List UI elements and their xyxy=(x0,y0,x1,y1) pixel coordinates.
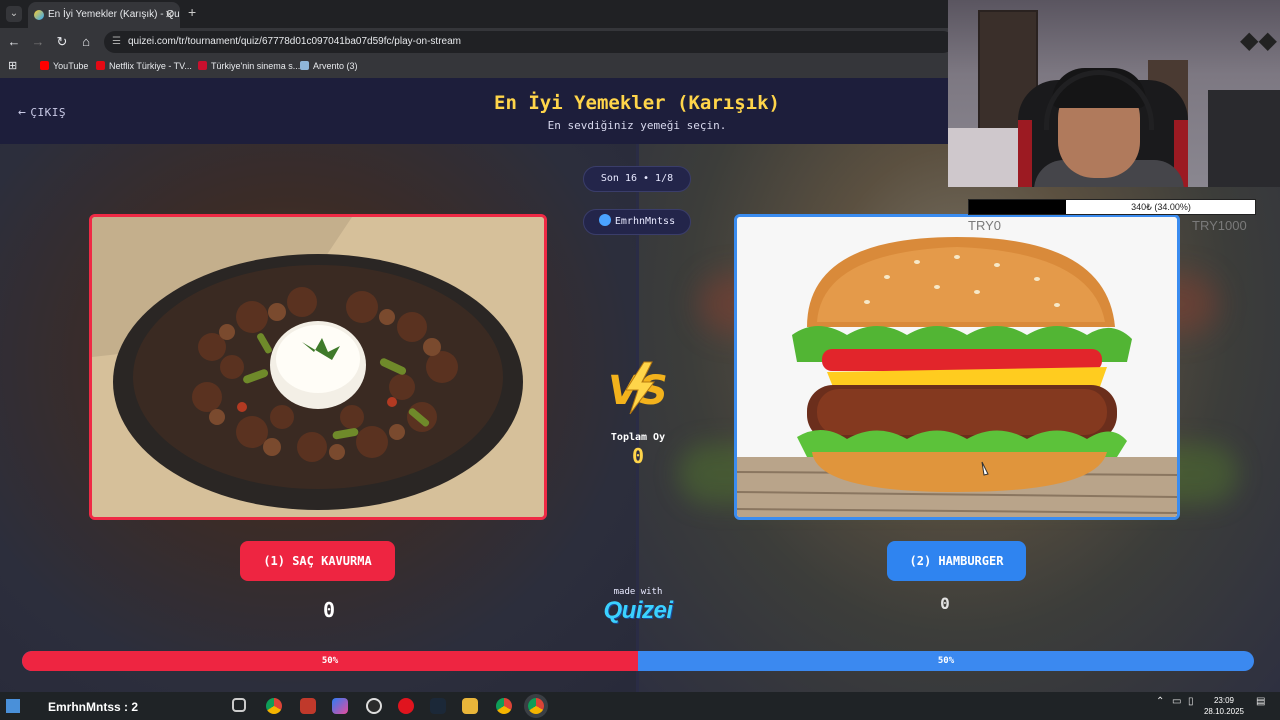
network-icon[interactable]: ▭ xyxy=(1172,696,1181,707)
tray-chevron-icon[interactable]: ⌃ xyxy=(1156,696,1164,707)
netflix-icon xyxy=(96,61,105,70)
battery-icon[interactable]: ▯ xyxy=(1188,696,1194,707)
quizei-logo[interactable]: Quizei xyxy=(590,597,686,625)
chrome-icon-2[interactable] xyxy=(496,698,512,714)
chrome-icon[interactable] xyxy=(266,698,282,714)
bookmark-label: YouTube xyxy=(53,61,89,71)
new-tab-icon[interactable]: + xyxy=(188,4,196,20)
vs-lightning-icon: VS xyxy=(608,361,668,415)
right-vote-count: 0 xyxy=(940,594,950,613)
quizei-favicon-icon xyxy=(34,10,44,20)
goal-end-label: TRY1000 xyxy=(1192,218,1247,233)
right-choice-image[interactable] xyxy=(734,214,1180,520)
file-explorer-icon[interactable] xyxy=(462,698,478,714)
clock-date: 28.10.2025 xyxy=(1203,707,1245,716)
obs-icon[interactable] xyxy=(366,698,382,714)
donation-goal-text: 340₺ (34.00%) xyxy=(1131,202,1191,212)
close-tab-icon[interactable]: ✕ xyxy=(165,2,174,28)
clock-time: 23:09 xyxy=(1213,696,1235,705)
copilot-icon[interactable] xyxy=(332,698,348,714)
tab-list-icon[interactable]: ⌄ xyxy=(6,6,22,22)
left-vote-count: 0 xyxy=(322,598,336,622)
hamburger-image xyxy=(737,217,1177,517)
youtube-icon xyxy=(40,61,49,70)
bookmark-label: Türkiye'nin sinema s... xyxy=(211,61,301,71)
goal-start-label: TRY0 xyxy=(968,218,1001,233)
steam-icon[interactable] xyxy=(430,698,446,714)
round-badge: Son 16 • 1/8 xyxy=(583,166,691,192)
task-view-icon[interactable] xyxy=(232,698,246,712)
apps-icon[interactable]: ⊞ xyxy=(8,59,17,72)
bookmark-sinema[interactable]: Türkiye'nin sinema s... xyxy=(198,61,300,71)
left-choice-image[interactable] xyxy=(89,214,547,520)
sinema-icon xyxy=(198,61,207,70)
home-icon[interactable]: ⌂ xyxy=(76,32,96,52)
windows-taskbar: EmrhnMntss : 2 ⌃ ▭ ▯ 23:09 28.10.2025 ▤ xyxy=(0,692,1280,720)
start-icon[interactable] xyxy=(6,699,20,713)
url-input[interactable]: ☰ quizei.com/tr/tournament/quiz/67778d01… xyxy=(104,31,954,53)
bookmark-label: Arvento (3) xyxy=(313,61,358,71)
browser-tab[interactable]: En İyi Yemekler (Karışık) - Quizei ✕ xyxy=(28,2,180,28)
url-text: quizei.com/tr/tournament/quiz/67778d01c0… xyxy=(128,36,461,47)
chrome-icon-active[interactable] xyxy=(528,698,544,714)
bed xyxy=(948,128,1018,187)
tv xyxy=(1208,90,1280,187)
site-info-icon[interactable]: ☰ xyxy=(112,31,121,53)
user-avatar-icon xyxy=(598,214,611,226)
vote-hamburger-button[interactable]: (2) HAMBURGER xyxy=(887,541,1026,581)
bookmark-netflix[interactable]: Netflix Türkiye - TV... xyxy=(96,61,192,71)
vote-split-bar: 50% 50% xyxy=(22,651,1254,671)
forward-icon[interactable]: → xyxy=(28,32,48,52)
sac-kavurma-image xyxy=(92,217,544,517)
streamer-name: EmrhnMntss xyxy=(614,216,676,227)
made-with-label: made with xyxy=(613,587,663,597)
donation-goal-bar: 340₺ (34.00%) xyxy=(968,199,1256,215)
streamer-badge: EmrhnMntss xyxy=(583,209,691,235)
bookmark-arvento[interactable]: Arvento (3) xyxy=(300,61,358,71)
chair-accent-left xyxy=(1018,120,1032,187)
bookmark-label: Netflix Türkiye - TV... xyxy=(109,61,192,71)
bookmark-youtube[interactable]: YouTube xyxy=(40,61,88,71)
notifications-icon[interactable]: ▤ xyxy=(1256,696,1265,707)
donation-goal-fill xyxy=(969,200,1066,214)
vote-sac-kavurma-button[interactable]: (1) SAÇ KAVURMA xyxy=(240,541,395,581)
right-vote-percent: 50% xyxy=(937,656,955,666)
opera-icon[interactable] xyxy=(398,698,414,714)
taskbar-clock[interactable]: 23:09 28.10.2025 xyxy=(1198,695,1250,717)
total-votes-label: Toplam Oy xyxy=(610,432,666,443)
wall-decor-icon: ◆◆ xyxy=(1240,27,1277,54)
tab-title: En İyi Yemekler (Karışık) - Quizei xyxy=(48,9,180,20)
app-icon-1[interactable] xyxy=(300,698,316,714)
back-icon[interactable]: ← xyxy=(4,32,24,52)
reload-icon[interactable]: ↻ xyxy=(52,32,72,52)
left-vote-percent: 50% xyxy=(321,656,339,666)
total-votes-count: 0 xyxy=(631,444,645,468)
webcam-overlay: ◆◆ xyxy=(948,0,1280,187)
arvento-icon xyxy=(300,61,309,70)
chat-overlay-line: EmrhnMntss : 2 xyxy=(48,700,139,714)
